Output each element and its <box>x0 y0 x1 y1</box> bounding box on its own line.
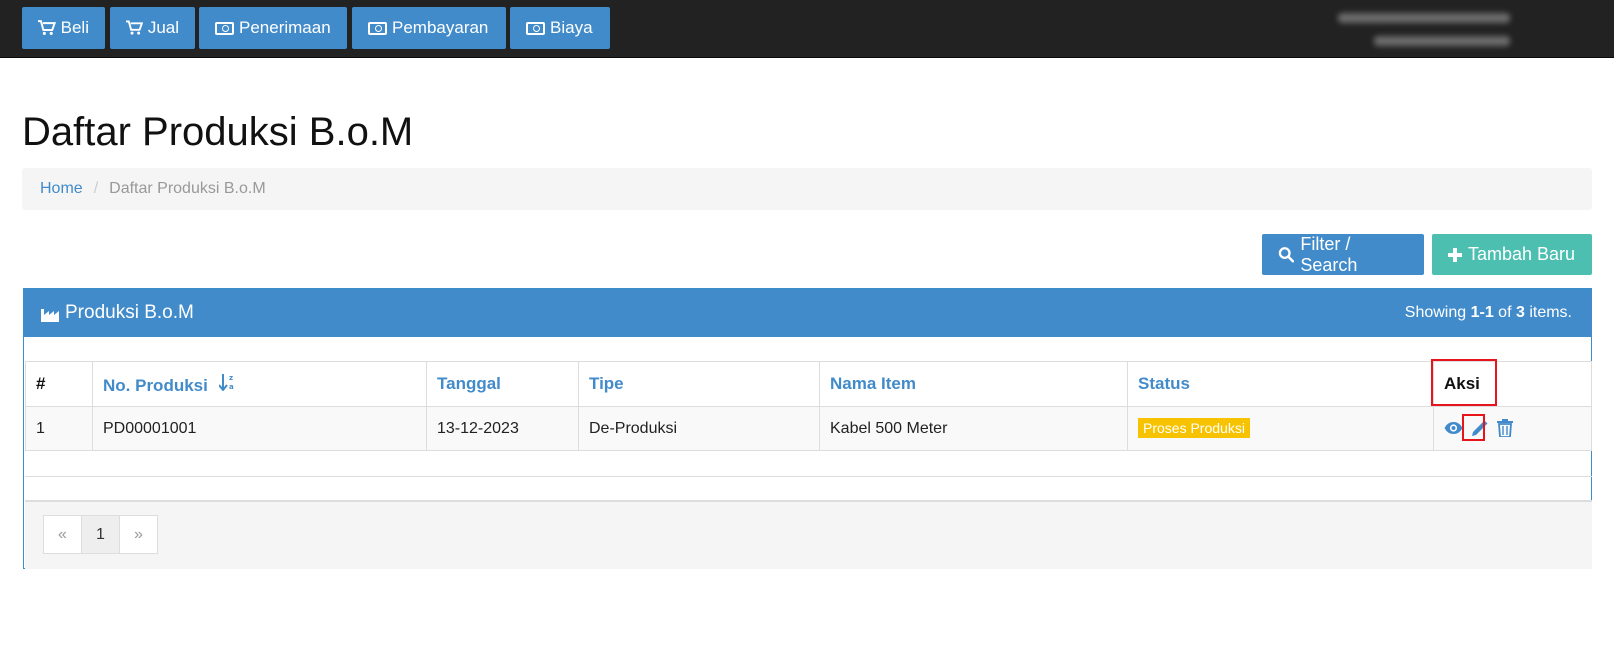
col-header-tipe[interactable]: Tipe <box>578 361 820 407</box>
showing-total: 3 <box>1515 304 1525 321</box>
cell-tanggal: 13-12-2023 <box>426 406 579 451</box>
breadcrumb-current: Daftar Produksi B.o.M <box>109 180 266 197</box>
cart-icon <box>38 20 56 35</box>
highlight-aksi-header <box>1431 359 1497 406</box>
sort-alpha-icon: za <box>218 373 234 391</box>
factory-icon <box>41 308 59 322</box>
col-header-nama-item[interactable]: Nama Item <box>819 361 1128 407</box>
production-table: # No. Produksi za Tanggal Tipe Nama Item… <box>25 361 1592 451</box>
nav-pembayaran-label: Pembayaran <box>392 18 489 37</box>
nav-jual-button[interactable]: Jual <box>110 7 195 49</box>
cash-icon <box>526 21 545 35</box>
pagination-footer: « 1 » <box>25 501 1592 569</box>
production-panel: Produksi B.o.M Showing 1-1 of 3 items. #… <box>23 288 1592 569</box>
showing-suffix: items. <box>1529 304 1572 321</box>
col-header-status[interactable]: Status <box>1127 361 1434 407</box>
showing-summary: Showing 1-1 of 3 items. <box>1405 304 1572 322</box>
user-info-blurred-secondary <box>1374 36 1510 46</box>
nav-biaya-button[interactable]: Biaya <box>510 7 610 49</box>
table-spacer-row <box>25 477 1592 501</box>
breadcrumb-home-link[interactable]: Home <box>40 180 83 198</box>
showing-of: of <box>1498 304 1512 321</box>
nav-beli-button[interactable]: Beli <box>22 7 105 49</box>
cash-icon <box>368 21 387 35</box>
delete-trash-icon[interactable] <box>1496 419 1513 438</box>
table-header-row: # No. Produksi za Tanggal Tipe Nama Item… <box>25 361 1592 407</box>
cash-icon <box>215 21 234 35</box>
table-row: 1 PD00001001 13-12-2023 De-Produksi Kabe… <box>25 406 1592 451</box>
showing-range: 1-1 <box>1470 304 1494 321</box>
col-header-tanggal[interactable]: Tanggal <box>426 361 579 407</box>
nav-jual-label: Jual <box>147 18 179 37</box>
breadcrumb-separator: / <box>93 180 99 197</box>
nav-penerimaan-label: Penerimaan <box>239 18 331 37</box>
add-new-label: Tambah Baru <box>1468 244 1576 264</box>
page-title: Daftar Produksi B.o.M <box>22 110 414 154</box>
table-spacer-row <box>25 451 1592 477</box>
cell-tipe: De-Produksi <box>578 406 820 451</box>
nav-pembayaran-button[interactable]: Pembayaran <box>352 7 506 49</box>
pagination: « 1 » <box>43 515 158 554</box>
col-header-no-produksi-label: No. Produksi <box>103 375 208 395</box>
pagination-next[interactable]: » <box>119 515 158 554</box>
nav-beli-label: Beli <box>60 18 89 37</box>
add-new-button[interactable]: Tambah Baru <box>1432 234 1592 275</box>
cell-no-produksi: PD00001001 <box>92 406 427 451</box>
plus-icon <box>1448 247 1462 262</box>
showing-prefix: Showing <box>1404 304 1467 321</box>
panel-title-text: Produksi B.o.M <box>65 302 194 323</box>
filter-search-label: Filter / Search <box>1300 233 1358 275</box>
nav-penerimaan-button[interactable]: Penerimaan <box>199 7 347 49</box>
col-header-number: # <box>25 361 93 407</box>
filter-search-button[interactable]: Filter / Search <box>1262 234 1424 275</box>
svg-text:a: a <box>229 383 234 391</box>
top-navbar: Beli Jual Penerimaan Pembayaran Biaya <box>0 0 1614 58</box>
col-header-no-produksi[interactable]: No. Produksi za <box>92 361 427 407</box>
cell-status: Proses Produksi <box>1127 406 1434 451</box>
status-badge: Proses Produksi <box>1138 417 1250 438</box>
nav-biaya-label: Biaya <box>550 18 593 37</box>
search-icon <box>1278 247 1295 263</box>
view-eye-icon[interactable] <box>1444 421 1463 435</box>
highlight-edit-icon <box>1462 414 1485 441</box>
panel-header: Produksi B.o.M Showing 1-1 of 3 items. <box>24 289 1591 337</box>
breadcrumb: Home / Daftar Produksi B.o.M <box>22 168 1592 210</box>
panel-title: Produksi B.o.M <box>41 302 194 324</box>
svg-text:z: z <box>229 374 233 382</box>
pagination-prev[interactable]: « <box>43 515 82 554</box>
cell-nama-item: Kabel 500 Meter <box>819 406 1128 451</box>
cart-icon <box>126 20 143 35</box>
cell-aksi <box>1433 406 1592 451</box>
pagination-page-1[interactable]: 1 <box>81 515 120 554</box>
cell-number: 1 <box>25 406 93 451</box>
user-info-blurred[interactable] <box>1338 13 1510 23</box>
